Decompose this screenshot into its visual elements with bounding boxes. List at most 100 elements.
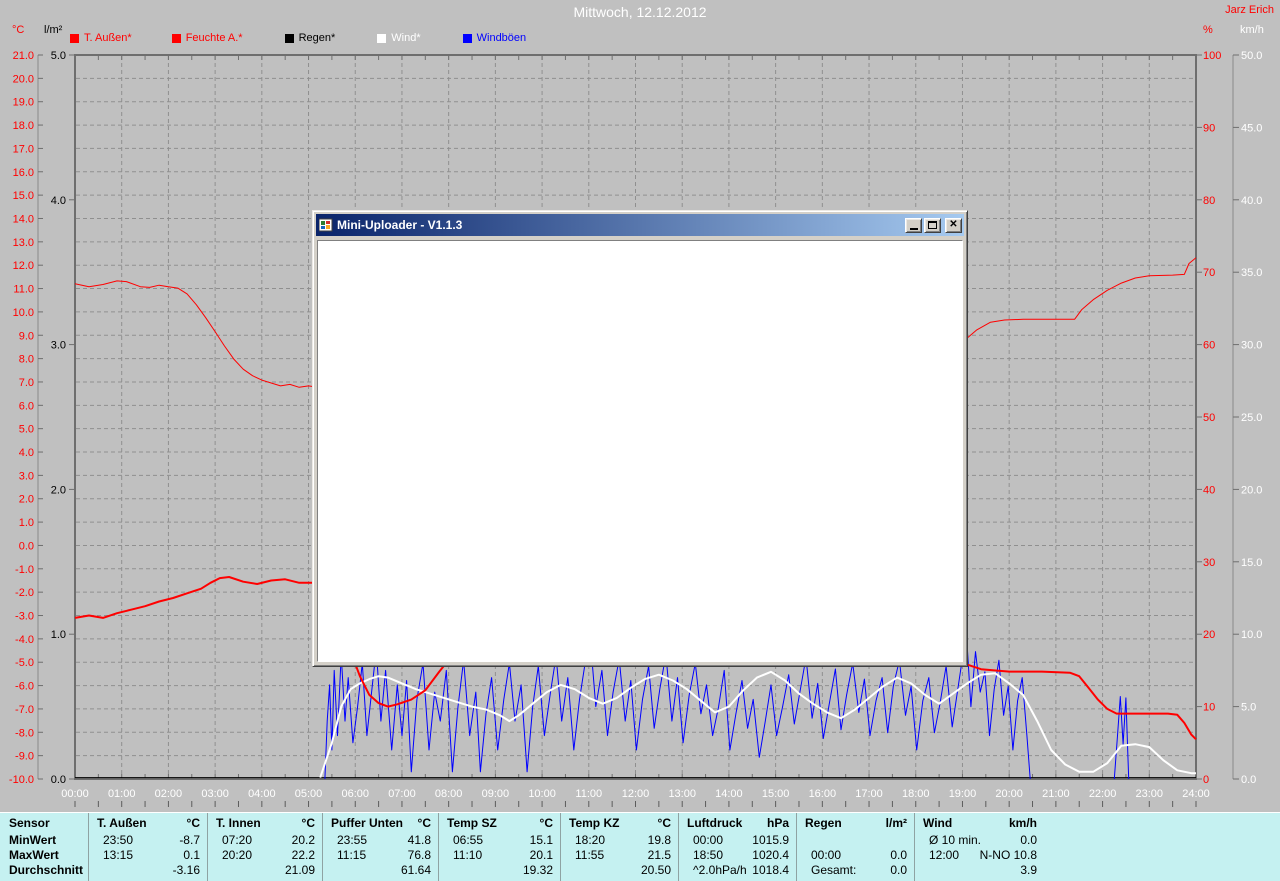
- table-cell: [331, 862, 337, 877]
- svg-text:30.0: 30.0: [1241, 340, 1262, 352]
- minimize-button[interactable]: [905, 217, 922, 233]
- table-cell: [97, 862, 103, 877]
- table-cell: [216, 862, 222, 877]
- table-group-name: Regen: [805, 816, 842, 830]
- svg-text:50.0: 50.0: [1241, 50, 1262, 62]
- svg-text:10:00: 10:00: [528, 788, 556, 800]
- svg-text:00:00: 00:00: [61, 788, 89, 800]
- svg-text:18.0: 18.0: [13, 120, 34, 132]
- svg-text:3.0: 3.0: [19, 470, 34, 482]
- svg-text:12.0: 12.0: [13, 260, 34, 272]
- table-group-name: Wind: [923, 816, 953, 830]
- table-cell: 18:20: [575, 833, 606, 847]
- table-group-unit: hPa: [766, 816, 789, 830]
- svg-text:1.0: 1.0: [51, 629, 66, 641]
- window-client-area[interactable]: [317, 240, 963, 662]
- svg-text:90: 90: [1203, 122, 1215, 134]
- table-row: 13:15 0.1: [89, 847, 207, 862]
- table-cell: N-NO 10.8: [979, 848, 1037, 862]
- table-cell: 20.1: [529, 848, 553, 862]
- table-row: 3.9: [915, 862, 1044, 877]
- table-cell: 20.50: [640, 863, 671, 877]
- table-row: ^2.0hPa/h 1018.4: [679, 862, 796, 877]
- rain-axis: 0.0 1.0 2.0 3.0 4.0 5.0: [51, 50, 75, 786]
- svg-text:80: 80: [1203, 195, 1215, 207]
- svg-text:12:00: 12:00: [622, 788, 650, 800]
- svg-text:100: 100: [1203, 50, 1221, 62]
- window-titlebar[interactable]: Mini-Uploader - V1.1.3 ✕: [316, 214, 964, 236]
- svg-text:17.0: 17.0: [13, 143, 34, 155]
- table-row: [797, 832, 914, 847]
- table-cell: 0.0: [890, 848, 907, 862]
- table-group-name: T. Außen: [97, 816, 147, 830]
- svg-text:50: 50: [1203, 412, 1215, 424]
- svg-text:0: 0: [1203, 774, 1209, 786]
- svg-text:25.0: 25.0: [1241, 412, 1262, 424]
- table-row: 11:55 21.5: [561, 847, 678, 862]
- svg-text:20:00: 20:00: [995, 788, 1023, 800]
- table-cell: ^2.0hPa/h: [693, 863, 747, 877]
- svg-text:45.0: 45.0: [1241, 122, 1262, 134]
- table-cell: [569, 862, 575, 877]
- svg-text:-8.0: -8.0: [15, 727, 34, 739]
- table-row: 23:50 -8.7: [89, 832, 207, 847]
- temp-axis: -10.0 -9.0 -8.0 -7.0 -6.0 -5.0 -4.0 -3.0 -2.0 -1.…: [9, 50, 43, 786]
- table-cell: Gesamt:: [811, 863, 857, 877]
- svg-text:05:00: 05:00: [295, 788, 323, 800]
- table-row: 19.32: [439, 862, 560, 877]
- svg-text:10.0: 10.0: [13, 307, 34, 319]
- table-row-label: MaxWert: [9, 848, 59, 862]
- close-button[interactable]: ✕: [945, 217, 962, 233]
- wind-axis: 0.0 5.0 10.0 15.0 20.0 25.0 30.0 35.0 40.0 45.0 50…: [1232, 50, 1262, 786]
- svg-text:-10.0: -10.0: [9, 774, 34, 786]
- table-group-temp-sz: Temp SZ °C 06:55 15.1 11:10 20.1 19.32: [438, 813, 560, 881]
- table-cell: 76.8: [407, 848, 431, 862]
- table-group-regen: Regen l/m² 00:00 0.0 Gesamt: 0.0: [796, 813, 914, 881]
- svg-text:16:00: 16:00: [809, 788, 837, 800]
- svg-text:24:00: 24:00: [1182, 788, 1210, 800]
- table-cell: [805, 832, 811, 847]
- table-row: 18:20 19.8: [561, 832, 678, 847]
- table-cell: 1020.4: [752, 848, 789, 862]
- table-cell: -3.16: [172, 863, 200, 877]
- svg-text:13.0: 13.0: [13, 237, 34, 249]
- table-cell: 11:15: [337, 848, 367, 862]
- table-group-unit: °C: [301, 816, 315, 830]
- table-group-name: Temp KZ: [569, 816, 620, 830]
- table-cell: 15.1: [529, 833, 553, 847]
- time-axis-labels: 00:00 01:00 02:00 03:00 04:00 05:00 06:00 07:00…: [61, 788, 1210, 800]
- table-cell: 20:20: [222, 848, 253, 862]
- table-cell: 22.2: [291, 848, 315, 862]
- table-row: 12:00 N-NO 10.8: [915, 847, 1044, 862]
- table-cell: 06:55: [453, 833, 484, 847]
- svg-text:-1.0: -1.0: [15, 564, 34, 576]
- svg-text:18:00: 18:00: [902, 788, 930, 800]
- svg-text:-2.0: -2.0: [15, 587, 34, 599]
- svg-text:-5.0: -5.0: [15, 657, 34, 669]
- svg-text:5.0: 5.0: [19, 424, 34, 436]
- svg-text:20: 20: [1203, 629, 1215, 641]
- svg-text:4.0: 4.0: [19, 447, 34, 459]
- close-icon: ✕: [949, 219, 958, 230]
- table-group-t-au-en: T. Außen °C 23:50 -8.7 13:15 0.1 -3.16: [88, 813, 207, 881]
- table-cell: 12:00: [929, 848, 960, 862]
- svg-text:0.0: 0.0: [19, 540, 34, 552]
- mini-uploader-window[interactable]: Mini-Uploader - V1.1.3 ✕: [312, 210, 968, 667]
- table-row: 20.50: [561, 862, 678, 877]
- table-row: 00:00 0.0: [797, 847, 914, 862]
- svg-text:2.0: 2.0: [19, 494, 34, 506]
- table-cell: Ø 10 min.: [929, 833, 982, 847]
- svg-text:15.0: 15.0: [1241, 557, 1262, 569]
- svg-text:10: 10: [1203, 702, 1215, 714]
- svg-text:-9.0: -9.0: [15, 751, 34, 763]
- table-cell: 18:50: [693, 848, 724, 862]
- maximize-button[interactable]: [924, 217, 941, 233]
- table-row: Ø 10 min. 0.0: [915, 832, 1044, 847]
- table-cell: 13:15: [103, 848, 134, 862]
- table-group-luftdruck: Luftdruck hPa 00:00 1015.9 18:50 1020.4 ^2.0hP…: [678, 813, 796, 881]
- svg-text:60: 60: [1203, 340, 1215, 352]
- svg-text:70: 70: [1203, 267, 1215, 279]
- table-group-wind: Wind km/h Ø 10 min. 0.0 12:00 N-NO 10.8 3.9: [914, 813, 1044, 881]
- table-row-label: Sensor: [9, 816, 50, 830]
- svg-text:0.0: 0.0: [51, 774, 66, 786]
